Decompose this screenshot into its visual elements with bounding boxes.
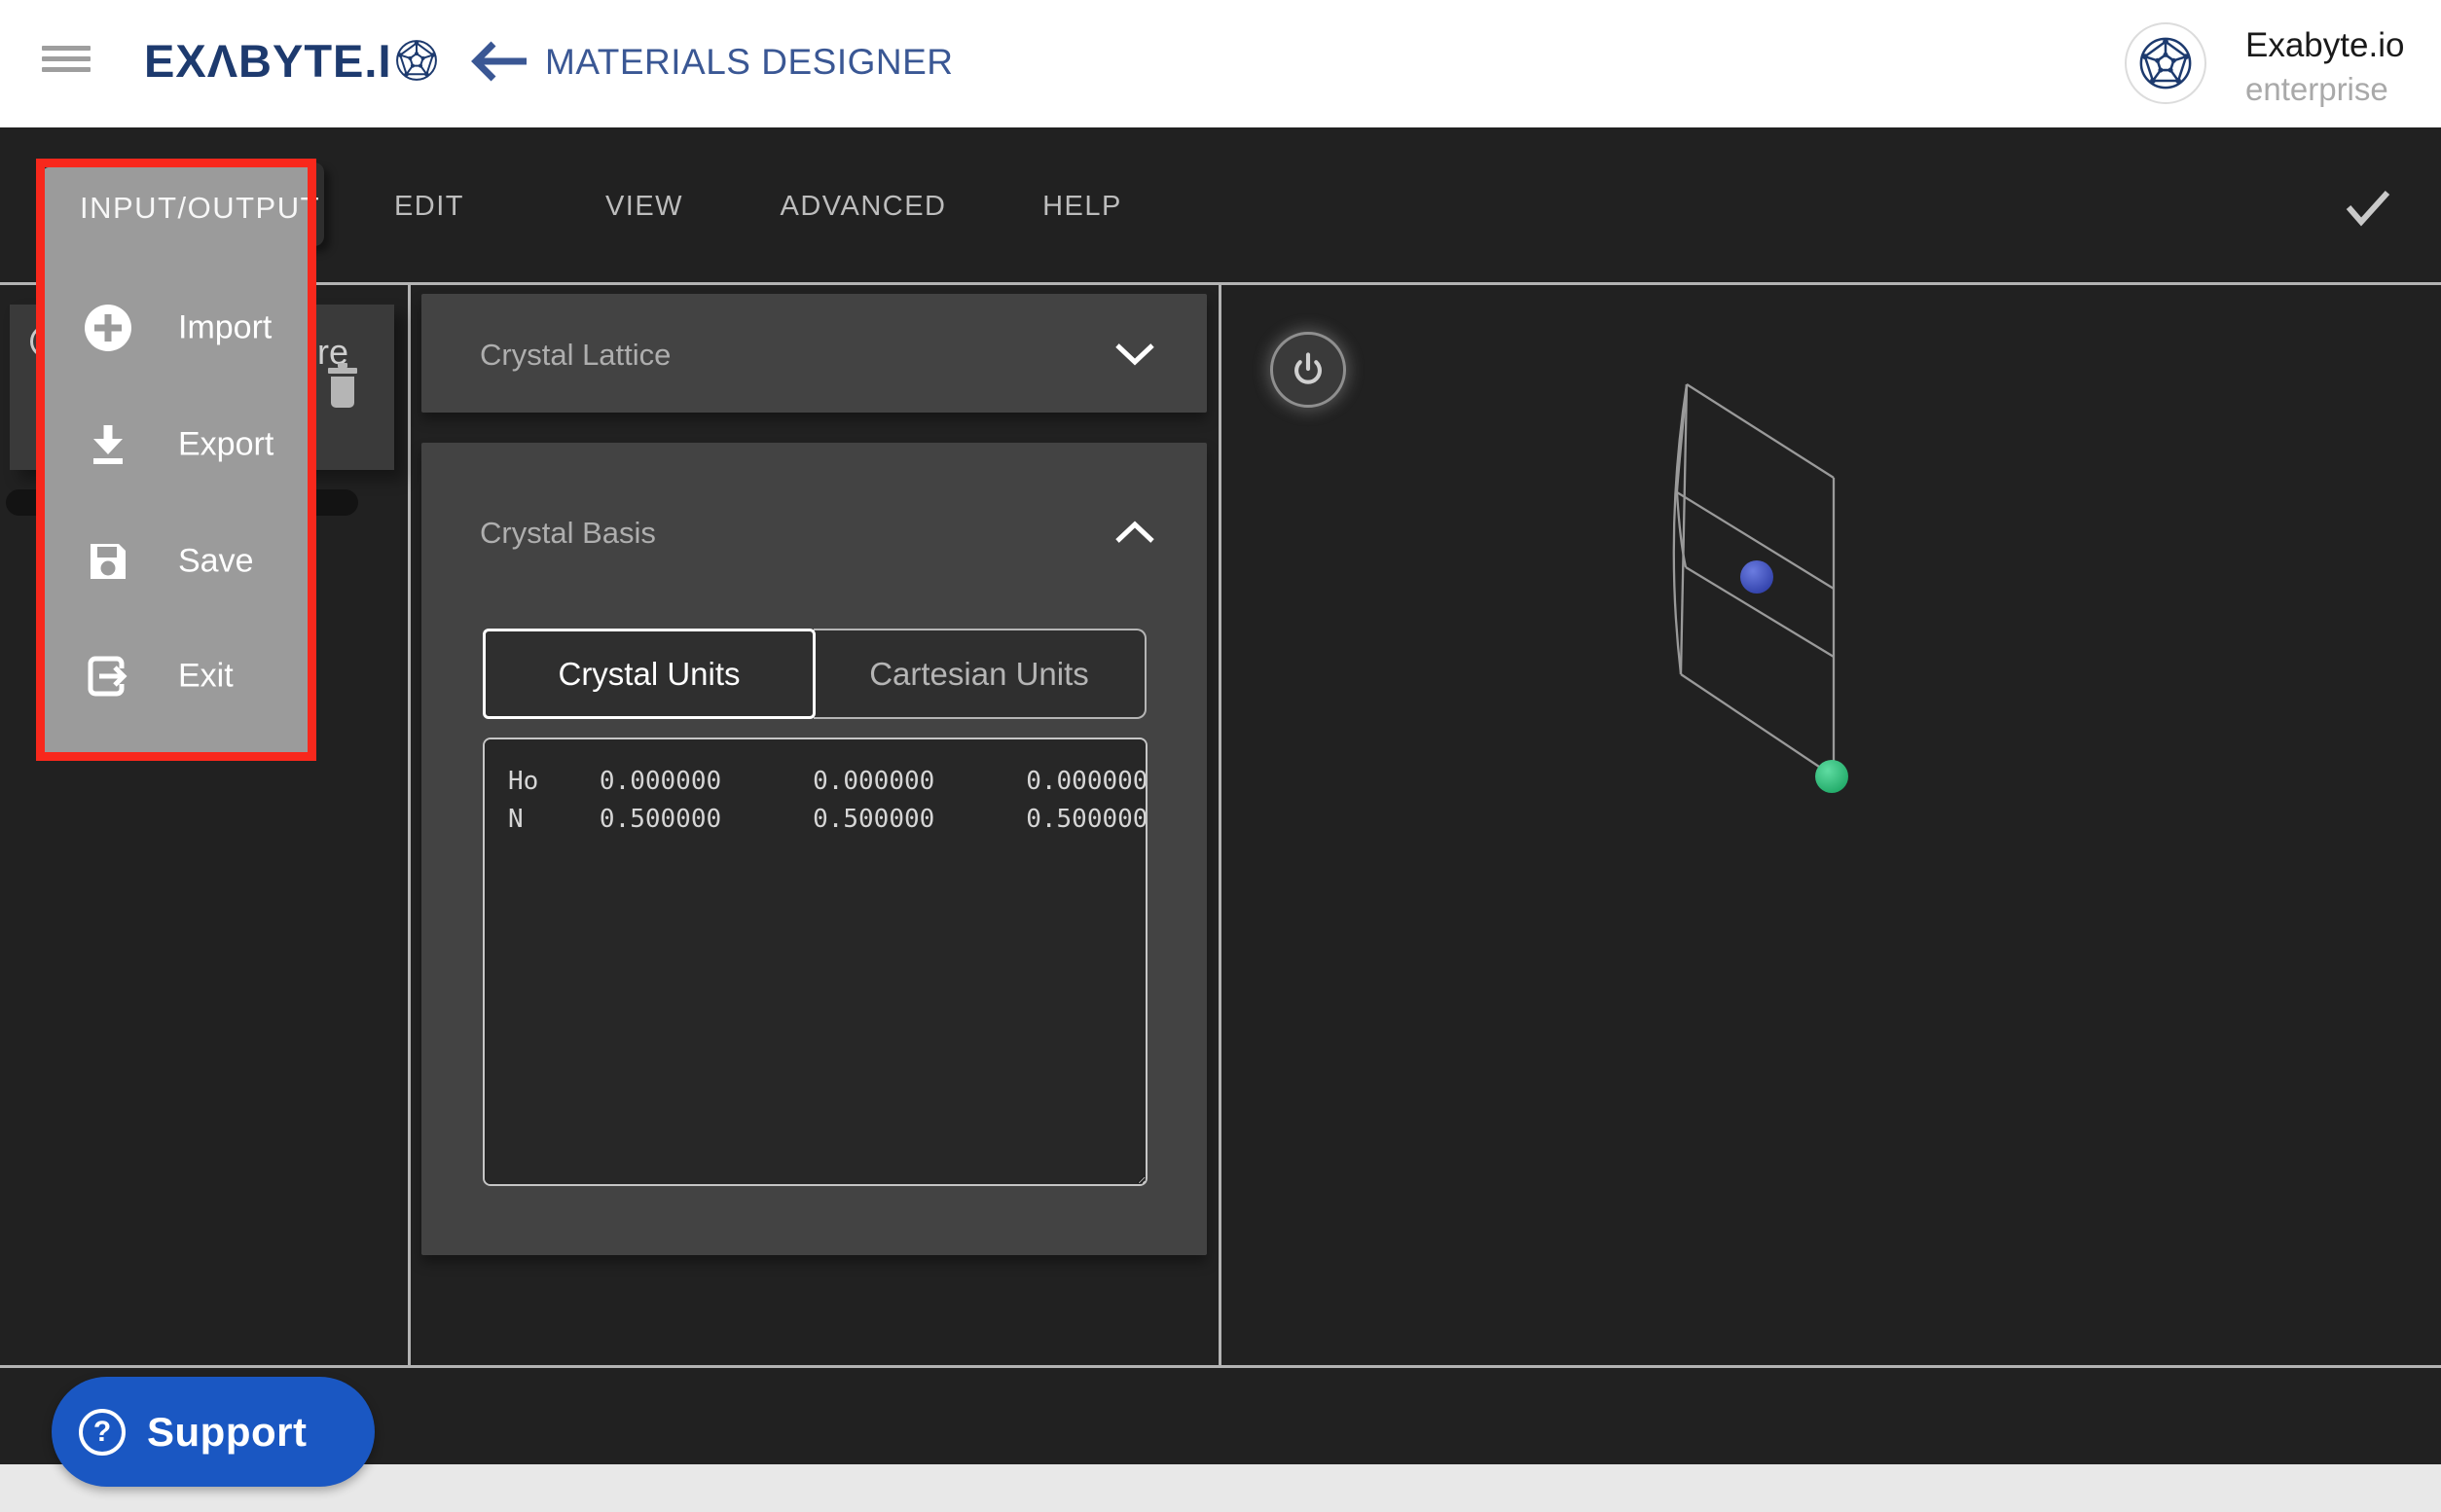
- materials-designer-app: EXΛBYTE.I: [0, 0, 2441, 1512]
- units-tabs: Crystal Units Cartesian Units: [483, 629, 1147, 719]
- exabyte-logo[interactable]: EXΛBYTE.I: [144, 33, 439, 88]
- back-arrow-button[interactable]: [470, 39, 530, 89]
- back-arrow-icon: [470, 39, 530, 84]
- menu-item-advanced[interactable]: ADVANCED: [781, 191, 947, 223]
- account-avatar[interactable]: [2125, 22, 2206, 104]
- menu-icon: [42, 46, 91, 51]
- basis-coordinates-textarea[interactable]: Ho 0.000000 0.000000 0.000000 N 0.500000…: [483, 738, 1148, 1186]
- page-title: MATERIALS DESIGNER: [545, 42, 954, 83]
- content-bottom-divider: [0, 1365, 2441, 1368]
- buckyball-o-icon: [394, 38, 439, 83]
- account-tier: enterprise: [2245, 71, 2388, 108]
- menu-item-help[interactable]: HELP: [1042, 191, 1122, 223]
- footer-strip: [0, 1464, 2441, 1512]
- chevron-down-icon[interactable]: [1114, 342, 1155, 366]
- delete-material-button[interactable]: [325, 363, 360, 414]
- help-icon: ?: [79, 1409, 126, 1456]
- buckyball-avatar-icon: [2137, 35, 2194, 91]
- crystal-lattice-title: Crystal Lattice: [480, 338, 671, 373]
- hamburger-menu-button[interactable]: [42, 46, 91, 75]
- crystal-lattice-card[interactable]: Crystal Lattice: [421, 294, 1207, 413]
- support-button[interactable]: ? Support: [52, 1377, 375, 1487]
- header-bar: EXΛBYTE.I: [0, 0, 2441, 127]
- logo-text: EXΛBYTE.I: [144, 34, 392, 88]
- menu-item-edit[interactable]: EDIT: [394, 191, 464, 223]
- crystal-basis-card: Crystal Basis Crystal Units Cartesian Un…: [421, 443, 1207, 1255]
- tab-crystal-units[interactable]: Crystal Units: [483, 629, 816, 719]
- account-name: Exabyte.io: [2245, 26, 2404, 65]
- annotation-rectangle: [36, 159, 316, 761]
- atom-blue: [1740, 560, 1773, 594]
- trash-icon: [325, 363, 360, 410]
- tab-cartesian-units[interactable]: Cartesian Units: [814, 629, 1147, 719]
- support-label: Support: [147, 1409, 307, 1456]
- saved-check-icon: [2341, 185, 2394, 229]
- structure-viewport[interactable]: [1217, 285, 2441, 1365]
- left-panel-divider: [408, 285, 411, 1365]
- crystal-basis-title: Crystal Basis: [480, 516, 656, 551]
- chevron-up-icon[interactable]: [1114, 521, 1155, 544]
- menu-item-view[interactable]: VIEW: [605, 191, 683, 223]
- atom-green: [1815, 760, 1848, 793]
